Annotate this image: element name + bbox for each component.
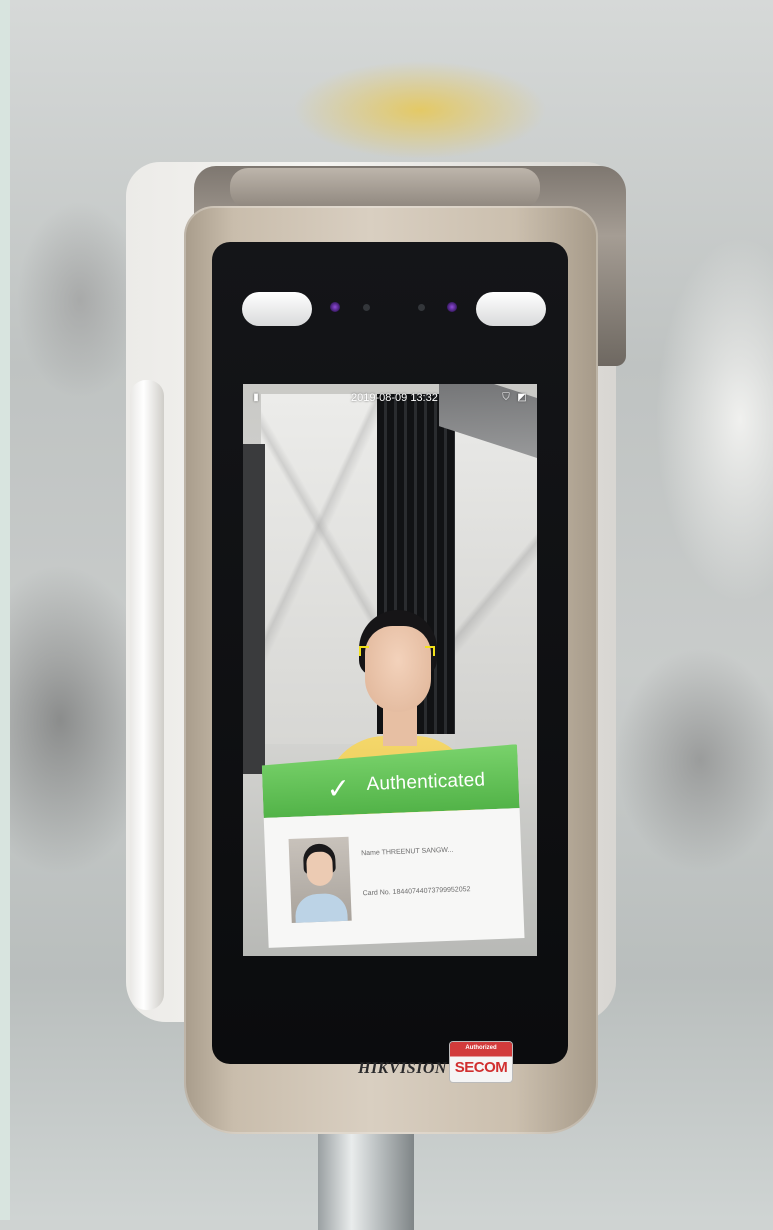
auth-body: Name THREENUT SANGW... Card No. 18440744… [263, 808, 525, 948]
auth-name: Name THREENUT SANGW... [361, 846, 454, 858]
frame-corner-top-left [359, 646, 369, 656]
sensor-dot-right [418, 304, 425, 311]
auth-title: Authenticated [366, 769, 486, 795]
camera-lens-left [330, 302, 340, 312]
network-icon: ◩ [517, 392, 527, 403]
ir-light-right [476, 292, 546, 326]
status-bar: ▮ 2019-08-09 13:32 ⛉ ◩ [243, 390, 537, 408]
auth-card-number: Card No. 18440744073799952052 [362, 886, 471, 898]
badge-caption: Authorized [465, 1045, 497, 1051]
shield-icon: ⛉ [502, 392, 510, 403]
enrolled-photo [288, 836, 352, 923]
device-side-edge [130, 380, 164, 1010]
camera-view-wall-right [455, 424, 537, 784]
security-badge: Authorized SECOM [450, 1042, 512, 1082]
door-icon: ▮ [253, 392, 259, 403]
face-detection-frame [359, 646, 435, 728]
hood-top-panel [230, 168, 540, 208]
sensor-dot-left [363, 304, 370, 311]
camera-lens-right [447, 302, 457, 312]
status-datetime: 2019-08-09 13:32 [351, 392, 438, 404]
brand-logo: HIKVISION [358, 1060, 447, 1077]
device-screen: ▮ 2019-08-09 13:32 ⛉ ◩ ✓ Authenticated N… [243, 384, 537, 956]
badge-logo: SECOM [454, 1059, 508, 1076]
background-edge [0, 0, 10, 1220]
check-icon: ✓ [326, 772, 351, 805]
ir-light-left [242, 292, 312, 326]
authentication-card: ✓ Authenticated Name THREENUT SANGW... C… [261, 744, 525, 954]
frame-corner-top-right [425, 646, 435, 656]
camera-view-door [243, 444, 265, 774]
photo-body [294, 892, 349, 923]
photo-face [306, 851, 334, 887]
